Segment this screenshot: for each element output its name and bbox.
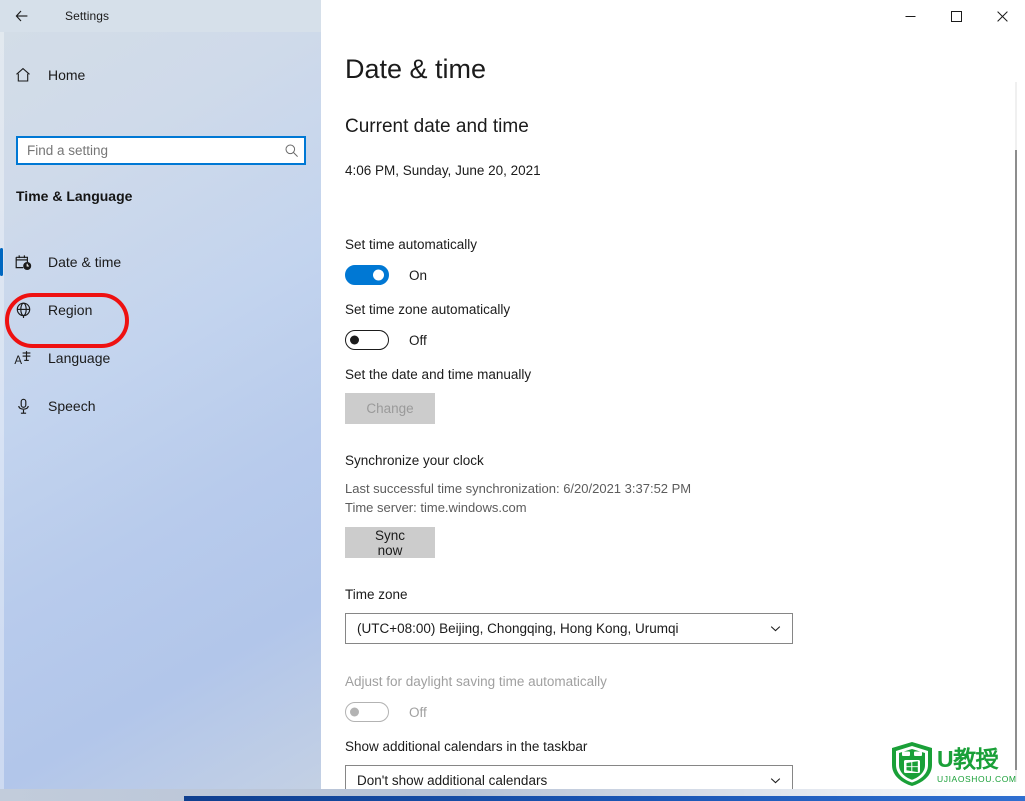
maximize-icon — [950, 10, 962, 22]
home-icon — [0, 66, 46, 84]
sidebar-nav-list: Date & time Region A Language Speech — [0, 238, 321, 430]
toggle-state-label: Off — [409, 704, 427, 720]
toggle-state-label: On — [409, 267, 428, 283]
vertical-scrollbar[interactable] — [1011, 82, 1021, 782]
sidebar-item-region[interactable]: Region — [0, 286, 321, 334]
sidebar-item-language[interactable]: A Language — [0, 334, 321, 382]
toggle-state-label: Off — [409, 332, 427, 348]
sidebar-item-speech[interactable]: Speech — [0, 382, 321, 430]
last-sync-text: Last successful time synchronization: 6/… — [345, 481, 692, 496]
minimize-icon — [905, 15, 915, 17]
toggle-knob — [373, 269, 384, 281]
search-icon — [278, 143, 304, 158]
sync-now-button[interactable]: Sync now — [345, 527, 435, 558]
toggle-knob — [350, 335, 359, 345]
additional-calendars-value: Don't show additional calendars — [357, 773, 548, 788]
chevron-down-icon — [769, 774, 782, 787]
watermark-subtitle: UJIAOSHOU.COM — [937, 774, 1017, 784]
close-button[interactable] — [979, 0, 1025, 32]
main-content: Date & time Current date and time 4:06 P… — [321, 32, 1025, 789]
svg-text:A: A — [14, 355, 22, 367]
sidebar: Home Time & Language — [0, 32, 321, 789]
watermark-title: U教授 — [937, 746, 999, 772]
sidebar-item-home[interactable]: Home — [0, 58, 321, 92]
time-zone-label: Time zone — [345, 587, 408, 602]
calendar-clock-icon — [0, 253, 46, 272]
set-manually-label: Set the date and time manually — [345, 367, 532, 382]
taskbar-accent — [184, 796, 1025, 801]
maximize-button[interactable] — [933, 0, 979, 32]
toggle-switch — [345, 702, 389, 722]
sidebar-item-label: Language — [48, 350, 111, 366]
sidebar-item-label: Speech — [48, 398, 96, 414]
back-arrow-icon — [15, 10, 28, 22]
settings-window: Settings Home Find a setting Time & Lang… — [0, 0, 1025, 801]
title-bar: Settings — [0, 0, 1025, 32]
minimize-button[interactable] — [887, 0, 933, 32]
chevron-down-icon — [769, 622, 782, 635]
sidebar-item-label: Region — [48, 302, 93, 318]
set-time-automatically-toggle[interactable]: On — [345, 265, 427, 285]
additional-calendars-select[interactable]: Don't show additional calendars — [345, 765, 793, 789]
shield-windows-logo-icon — [890, 741, 934, 792]
sync-clock-heading: Synchronize your clock — [345, 453, 484, 468]
sidebar-section-title: Time & Language — [16, 188, 133, 204]
watermark-text: U教授 UJIAOSHOU.COM — [937, 746, 1017, 785]
sidebar-item-date-time[interactable]: Date & time — [0, 238, 321, 286]
watermark: U教授 UJIAOSHOU.COM — [890, 741, 1025, 791]
close-icon — [996, 10, 1008, 22]
set-timezone-automatically-toggle[interactable]: Off — [345, 330, 427, 350]
current-date-time-heading: Current date and time — [345, 116, 529, 137]
home-label: Home — [48, 67, 86, 83]
search-box[interactable] — [16, 136, 306, 165]
time-zone-value: (UTC+08:00) Beijing, Chongqing, Hong Kon… — [357, 621, 679, 636]
page-title: Date & time — [345, 54, 487, 84]
set-time-automatically-label: Set time automatically — [345, 237, 478, 252]
daylight-saving-label: Adjust for daylight saving time automati… — [345, 674, 607, 689]
time-zone-select[interactable]: (UTC+08:00) Beijing, Chongqing, Hong Kon… — [345, 613, 793, 644]
toggle-switch[interactable] — [345, 265, 389, 285]
scrollbar-thumb[interactable] — [1015, 150, 1017, 770]
title-bar-left: Settings — [0, 0, 321, 32]
search-input[interactable] — [18, 138, 278, 163]
current-date-time-value: 4:06 PM, Sunday, June 20, 2021 — [345, 163, 541, 178]
language-icon: A — [0, 349, 46, 368]
back-button[interactable] — [0, 0, 44, 32]
toggle-knob — [350, 707, 359, 717]
change-button[interactable]: Change — [345, 393, 435, 424]
selected-indicator — [0, 248, 3, 276]
globe-icon — [0, 301, 46, 320]
set-timezone-automatically-label: Set time zone automatically — [345, 302, 511, 317]
additional-calendars-label: Show additional calendars in the taskbar — [345, 739, 588, 754]
window-controls — [887, 0, 1025, 32]
microphone-icon — [0, 397, 46, 416]
time-server-text: Time server: time.windows.com — [345, 500, 527, 515]
daylight-saving-toggle: Off — [345, 702, 427, 722]
toggle-switch[interactable] — [345, 330, 389, 350]
sidebar-item-label: Date & time — [48, 254, 122, 270]
app-title: Settings — [65, 9, 110, 23]
